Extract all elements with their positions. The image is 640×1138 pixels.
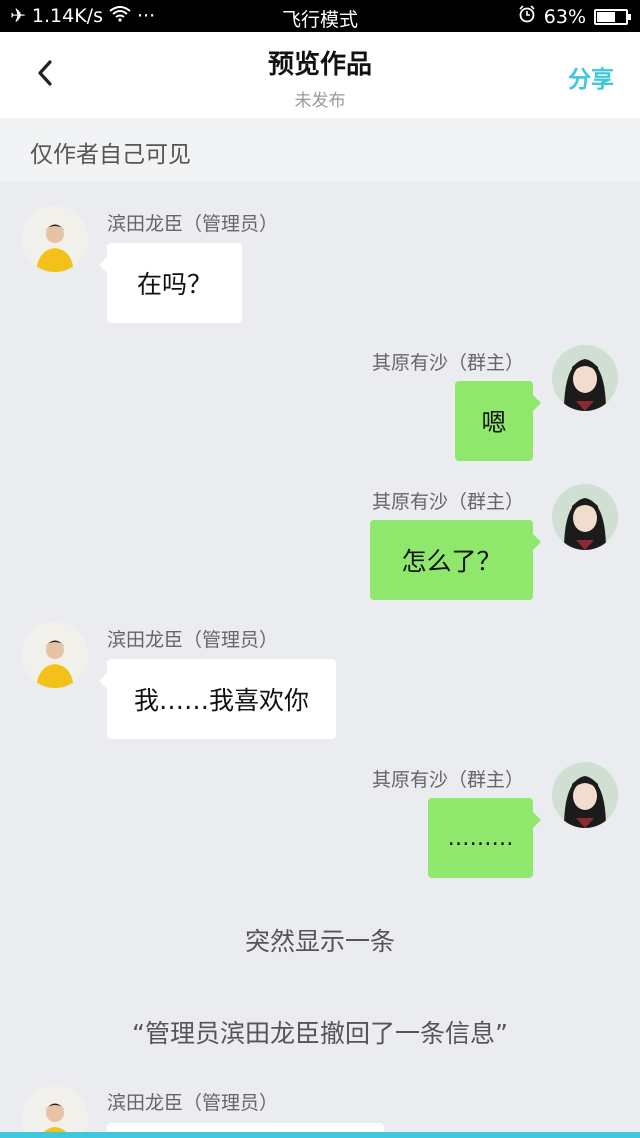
caption-text: 突然显示一条 [244, 927, 395, 956]
avatar-female[interactable] [552, 345, 618, 411]
avatar-female[interactable] [552, 484, 618, 550]
message-bubble[interactable]: 在吗？ [99, 243, 242, 323]
avatar-female[interactable] [552, 762, 618, 828]
message-bubble[interactable]: 嗯 [455, 381, 541, 461]
sender-name: 其原有沙（群主） [371, 491, 524, 513]
avatar-male[interactable] [22, 206, 88, 272]
avatar-male[interactable] [22, 622, 88, 688]
chat-area: 滨田龙臣（管理员） 在吗？ 其原有沙（群主） 嗯 其原有沙（群主） 怎么了？ 滨… [0, 182, 640, 1138]
message-bubble[interactable]: 怎么了？ [370, 520, 541, 600]
battery-icon [594, 8, 631, 25]
sender-name: 滨田龙臣（管理员） [107, 629, 279, 651]
message-bubble[interactable]: 我……我喜欢你 [99, 659, 336, 739]
bottom-accent-bar [0, 1132, 640, 1138]
sender-name: 其原有沙（群主） [371, 352, 524, 374]
page-title: 预览作品 [267, 50, 372, 80]
page-subtitle: 未发布 [294, 91, 346, 111]
sender-name: 滨田龙臣（管理员） [107, 213, 279, 235]
status-bar: ✈ 1.14K/s ··· 飞行模式 63% [0, 0, 640, 32]
alarm-icon [518, 5, 536, 28]
app-header: 预览作品 未发布 分享 [0, 32, 640, 118]
caption-text: “管理员滨田龙臣撤回了一条信息” [132, 1019, 508, 1048]
message-bubble[interactable]: ……… [428, 798, 541, 878]
share-button[interactable]: 分享 [568, 60, 614, 94]
visibility-note: 仅作者自己可见 [0, 118, 640, 182]
sender-name: 其原有沙（群主） [371, 769, 524, 791]
battery-percent: 63% [543, 5, 586, 28]
avatar-male[interactable] [22, 1085, 88, 1138]
sender-name: 滨田龙臣（管理员） [107, 1092, 279, 1114]
